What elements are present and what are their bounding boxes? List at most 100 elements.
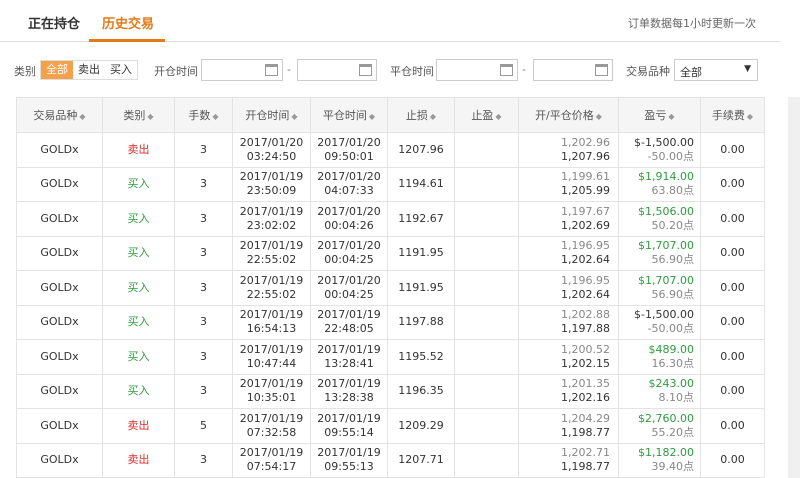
cell-profit-loss: $243.00 8.10点: [618, 373, 701, 409]
cell-take-profit: [454, 408, 519, 444]
cell-profit-loss: $1,506.00 50.20点: [618, 201, 701, 237]
product-select[interactable]: 全部 ▼: [674, 59, 758, 81]
cell-price: 1,199.61 1,205.99: [518, 166, 619, 202]
cell-take-profit: [454, 442, 519, 478]
cell-product: GOLDx: [16, 339, 103, 375]
cell-close-time: 2017/01/19 09:55:14: [310, 408, 388, 444]
cell-profit-loss: $-1,500.00 -50.00点: [618, 304, 701, 340]
cell-close-time: 2017/01/19 09:55:13: [310, 442, 388, 478]
col-profit-loss[interactable]: 盈亏 ◆: [618, 97, 701, 133]
sort-icon: ◆: [291, 112, 298, 121]
dropdown-arrow-icon: ▼: [744, 64, 751, 74]
cell-lots: 3: [174, 132, 233, 168]
close-time-start-input[interactable]: [436, 59, 518, 81]
table-row: GOLDx 买入 3 2017/01/19 10:35:01 2017/01/19 13:2…: [16, 373, 765, 409]
cell-open-time: 2017/01/19 10:35:01: [232, 373, 311, 409]
table-header-row: 交易品种 ◆ 类别 ◆ 手数 ◆ 开仓时间 ◆ 平仓时间 ◆ 止损 ◆ 止盈 ◆ 开/平仓价格…: [16, 97, 765, 133]
cell-profit-loss: $1,707.00 56.90点: [618, 235, 701, 271]
cell-profit-loss: $489.00 16.30点: [618, 339, 701, 375]
cell-open-time: 2017/01/19 10:47:44: [232, 339, 311, 375]
open-time-start-input[interactable]: [201, 59, 283, 81]
col-lots[interactable]: 手数 ◆: [174, 97, 233, 133]
cell-price: 1,197.67 1,202.69: [518, 201, 619, 237]
cell-lots: 3: [174, 339, 233, 375]
cell-close-time: 2017/01/19 22:48:05: [310, 304, 388, 340]
col-type[interactable]: 类别 ◆: [102, 97, 175, 133]
sort-icon: ◆: [79, 112, 86, 121]
calendar-icon[interactable]: [265, 64, 278, 76]
cell-open-time: 2017/01/19 23:02:02: [232, 201, 311, 237]
col-open-time[interactable]: 开仓时间 ◆: [232, 97, 311, 133]
col-close-time[interactable]: 平仓时间 ◆: [310, 97, 388, 133]
tab-open-positions[interactable]: 正在持仓: [28, 13, 80, 32]
cell-profit-loss: $1,707.00 56.90点: [618, 270, 701, 306]
cell-lots: 3: [174, 304, 233, 340]
type-option-all[interactable]: 全部: [41, 61, 73, 79]
product-select-value: 全部: [680, 66, 702, 79]
cell-lots: 3: [174, 373, 233, 409]
cell-price: 1,204.29 1,198.77: [518, 408, 619, 444]
cell-stop-loss: 1191.95: [387, 235, 455, 271]
sort-icon: ◆: [147, 112, 154, 121]
cell-type: 卖出: [102, 442, 175, 478]
cell-open-time: 2017/01/19 22:55:02: [232, 270, 311, 306]
open-time-end-input[interactable]: [297, 59, 377, 81]
table-row: GOLDx 买入 3 2017/01/19 10:47:44 2017/01/19 13:2…: [16, 339, 765, 375]
cell-product: GOLDx: [16, 235, 103, 271]
table-row: GOLDx 卖出 3 2017/01/19 07:54:17 2017/01/19 09:5…: [16, 442, 765, 478]
cell-stop-loss: 1191.95: [387, 270, 455, 306]
cell-price: 1,201.35 1,202.16: [518, 373, 619, 409]
cell-close-time: 2017/01/20 09:50:01: [310, 132, 388, 168]
col-stop-loss[interactable]: 止损 ◆: [387, 97, 455, 133]
table-row: GOLDx 买入 3 2017/01/19 22:55:02 2017/01/20 00:0…: [16, 235, 765, 271]
col-take-profit[interactable]: 止盈 ◆: [454, 97, 519, 133]
calendar-icon[interactable]: [595, 64, 608, 76]
cell-price: 1,200.52 1,202.15: [518, 339, 619, 375]
cell-stop-loss: 1207.71: [387, 442, 455, 478]
cell-stop-loss: 1192.67: [387, 201, 455, 237]
cell-open-time: 2017/01/19 07:54:17: [232, 442, 311, 478]
col-product[interactable]: 交易品种 ◆: [16, 97, 103, 133]
cell-close-time: 2017/01/20 00:04:26: [310, 201, 388, 237]
table-row: GOLDx 卖出 3 2017/01/20 03:24:50 2017/01/20 09:5…: [16, 132, 765, 168]
cell-fee: 0.00: [700, 201, 765, 237]
cell-take-profit: [454, 201, 519, 237]
tab-underline: [89, 39, 165, 42]
sort-icon: ◆: [368, 112, 376, 121]
cell-product: GOLDx: [16, 442, 103, 478]
cell-product: GOLDx: [16, 132, 103, 168]
cell-take-profit: [454, 339, 519, 375]
cell-close-time: 2017/01/19 13:28:41: [310, 339, 388, 375]
sort-icon: ◆: [595, 112, 602, 121]
cell-type: 买入: [102, 270, 175, 306]
tab-trade-history[interactable]: 历史交易: [102, 13, 154, 32]
sort-icon: ◆: [429, 112, 437, 121]
cell-fee: 0.00: [700, 373, 765, 409]
cell-price: 1,202.88 1,197.88: [518, 304, 619, 340]
cell-profit-loss: $2,760.00 55.20点: [618, 408, 701, 444]
cell-fee: 0.00: [700, 270, 765, 306]
calendar-icon[interactable]: [500, 64, 513, 76]
close-time-end-input[interactable]: [533, 59, 613, 81]
type-option-sell[interactable]: 卖出: [73, 61, 105, 79]
col-price[interactable]: 开/平仓价格 ◆: [518, 97, 619, 133]
cell-profit-loss: $1,182.00 39.40点: [618, 442, 701, 478]
cell-product: GOLDx: [16, 270, 103, 306]
scrollbar[interactable]: [788, 97, 800, 478]
cell-type: 买入: [102, 304, 175, 340]
cell-type: 买入: [102, 166, 175, 202]
tab-bar: 正在持仓 历史交易 订单数据每1小时更新一次: [0, 0, 780, 42]
cell-fee: 0.00: [700, 304, 765, 340]
col-fee[interactable]: 手续费 ◆: [700, 97, 765, 133]
type-option-buy[interactable]: 买入: [105, 61, 137, 79]
cell-open-time: 2017/01/19 22:55:02: [232, 235, 311, 271]
cell-stop-loss: 1196.35: [387, 373, 455, 409]
cell-open-time: 2017/01/19 07:32:58: [232, 408, 311, 444]
trade-history-table: 交易品种 ◆ 类别 ◆ 手数 ◆ 开仓时间 ◆ 平仓时间 ◆ 止损 ◆ 止盈 ◆ 开/平仓价格…: [16, 97, 765, 478]
calendar-icon[interactable]: [359, 64, 372, 76]
cell-lots: 5: [174, 408, 233, 444]
cell-product: GOLDx: [16, 408, 103, 444]
cell-fee: 0.00: [700, 132, 765, 168]
cell-take-profit: [454, 166, 519, 202]
table-row: GOLDx 买入 3 2017/01/19 16:54:13 2017/01/19 22:4…: [16, 304, 765, 340]
